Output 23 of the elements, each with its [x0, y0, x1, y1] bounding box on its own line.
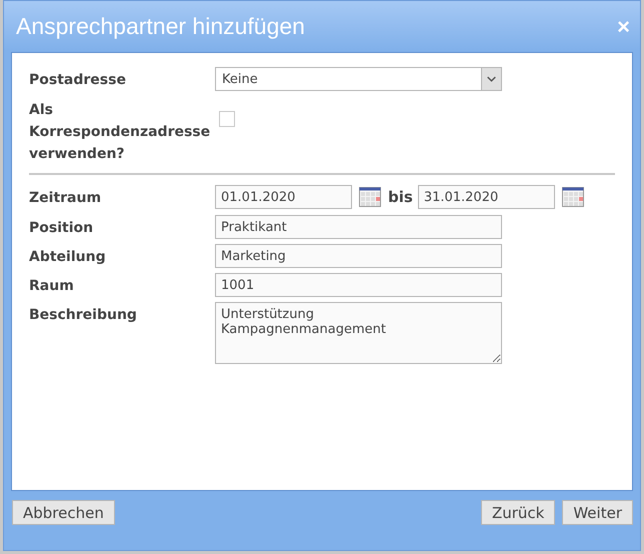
postal-address-dropdown[interactable]: Keine	[215, 67, 502, 91]
date-field[interactable]: 01.01.2020	[215, 185, 352, 209]
field-label: Postadresse	[29, 71, 127, 90]
field-label: Beschreibung	[29, 306, 138, 325]
input-field[interactable]: 1001	[215, 273, 502, 297]
field-label: Position	[29, 219, 94, 238]
dialog-title: Ansprechpartner hinzufügen	[16, 13, 305, 40]
caret-icon	[481, 68, 501, 90]
date-field[interactable]: 31.01.2020	[418, 185, 555, 209]
field-label: Raum	[29, 277, 75, 296]
next-button[interactable]: Weiter	[562, 500, 633, 525]
checkbox[interactable]	[219, 111, 235, 127]
input-field[interactable]: Marketing	[215, 244, 502, 268]
field-label: Als Korrespondenzadresse verwenden?	[29, 101, 212, 164]
input-field[interactable]: Praktikant	[215, 215, 502, 239]
range-separator: bis	[388, 187, 413, 208]
back-button[interactable]: Zurück	[480, 500, 556, 525]
field-label: Abteilung	[29, 248, 107, 267]
calendar-icon[interactable]	[359, 187, 381, 207]
field-label: Zeitraum	[29, 189, 102, 208]
description-field[interactable]: Unterstützung Kampagnenmanagement	[215, 302, 502, 364]
calendar-icon[interactable]	[562, 187, 584, 207]
cancel-button[interactable]: Abbrechen	[12, 500, 115, 525]
